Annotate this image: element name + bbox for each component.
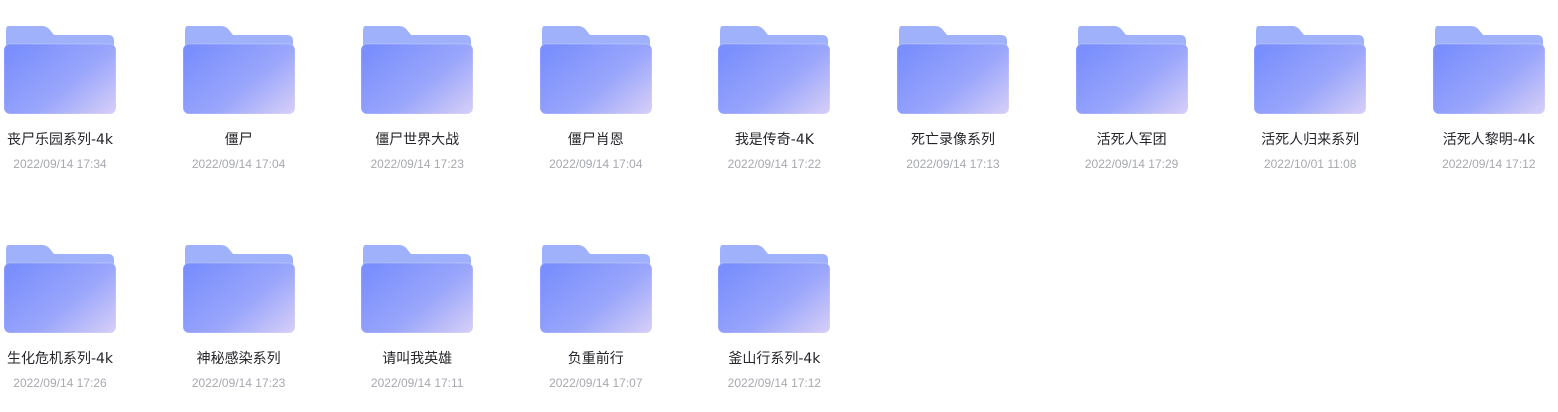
folder-item[interactable]: 活死人军团 2022/09/14 17:29 bbox=[1047, 0, 1217, 180]
folder-item[interactable]: 僵尸 2022/09/14 17:04 bbox=[154, 0, 324, 180]
folder-item[interactable]: 丧尸乐园系列-4k 2022/09/14 17:34 bbox=[0, 0, 145, 180]
folder-icon bbox=[1252, 26, 1368, 116]
folder-modified-date: 2022/09/14 17:11 bbox=[370, 376, 464, 390]
folder-item[interactable]: 活死人归来系列 2022/10/01 11:08 bbox=[1225, 0, 1395, 180]
folder-item[interactable]: 请叫我英雄 2022/09/14 17:11 bbox=[332, 219, 502, 399]
folder-modified-date: 2022/09/14 17:12 bbox=[727, 376, 822, 390]
folder-modified-date: 2022/09/14 17:07 bbox=[549, 376, 643, 390]
folder-modified-date: 2022/09/14 17:22 bbox=[727, 157, 822, 171]
folder-modified-date: 2022/09/14 17:04 bbox=[549, 157, 643, 171]
folder-name: 请叫我英雄 bbox=[382, 351, 453, 367]
folder-icon bbox=[895, 26, 1011, 116]
folder-modified-date: 2022/09/14 17:26 bbox=[13, 376, 107, 390]
folder-item[interactable]: 活死人黎明-4k 2022/09/14 17:12 bbox=[1404, 0, 1558, 180]
folder-item[interactable]: 负重前行 2022/09/14 17:07 bbox=[511, 219, 681, 399]
folder-icon bbox=[716, 26, 832, 116]
folder-icon bbox=[2, 26, 118, 116]
folder-icon bbox=[1074, 26, 1190, 116]
folder-item[interactable]: 僵尸世界大战 2022/09/14 17:23 bbox=[332, 0, 502, 180]
folder-icon bbox=[359, 26, 475, 116]
folder-icon bbox=[538, 245, 654, 335]
folder-name: 我是传奇-4K bbox=[734, 132, 814, 148]
folder-modified-date: 2022/09/14 17:29 bbox=[1084, 157, 1179, 171]
folder-name: 僵尸 bbox=[224, 132, 253, 148]
folder-icon bbox=[538, 26, 654, 116]
folder-name: 活死人黎明-4k bbox=[1442, 132, 1535, 148]
folder-item[interactable]: 死亡录像系列 2022/09/14 17:13 bbox=[868, 0, 1038, 180]
folder-name: 负重前行 bbox=[567, 351, 624, 367]
folder-item[interactable]: 僵尸肖恩 2022/09/14 17:04 bbox=[511, 0, 681, 180]
folder-item[interactable]: 生化危机系列-4k 2022/09/14 17:26 bbox=[0, 219, 145, 399]
folder-item[interactable]: 我是传奇-4K 2022/09/14 17:22 bbox=[689, 0, 859, 180]
folder-icon bbox=[716, 245, 832, 335]
folder-name: 僵尸世界大战 bbox=[375, 132, 460, 148]
folder-modified-date: 2022/09/14 17:23 bbox=[370, 157, 464, 171]
folder-name: 丧尸乐园系列-4k bbox=[6, 132, 114, 148]
folder-modified-date: 2022/10/01 11:08 bbox=[1263, 157, 1357, 171]
folder-name: 神秘感染系列 bbox=[196, 351, 281, 367]
folder-modified-date: 2022/09/14 17:13 bbox=[906, 157, 1000, 171]
folder-name: 活死人归来系列 bbox=[1261, 132, 1360, 148]
folder-item[interactable]: 神秘感染系列 2022/09/14 17:23 bbox=[154, 219, 324, 399]
folder-name: 釜山行系列-4k bbox=[728, 351, 821, 367]
folder-name: 生化危机系列-4k bbox=[6, 351, 114, 367]
folder-icon bbox=[1431, 26, 1547, 116]
folder-name: 僵尸肖恩 bbox=[567, 132, 624, 148]
folder-item[interactable]: 釜山行系列-4k 2022/09/14 17:12 bbox=[689, 219, 859, 399]
folder-grid: 丧尸乐园系列-4k 2022/09/14 17:34 僵尸 2022/09/14 17… bbox=[0, 0, 1558, 412]
folder-modified-date: 2022/09/14 17:12 bbox=[1442, 157, 1536, 171]
folder-modified-date: 2022/09/14 17:23 bbox=[191, 376, 286, 390]
folder-modified-date: 2022/09/14 17:04 bbox=[191, 157, 286, 171]
folder-icon bbox=[359, 245, 475, 335]
folder-name: 活死人军团 bbox=[1096, 132, 1167, 148]
folder-icon bbox=[181, 26, 297, 116]
folder-name: 死亡录像系列 bbox=[911, 132, 995, 148]
folder-icon bbox=[2, 245, 118, 335]
folder-modified-date: 2022/09/14 17:34 bbox=[13, 157, 107, 171]
folder-icon bbox=[181, 245, 297, 335]
